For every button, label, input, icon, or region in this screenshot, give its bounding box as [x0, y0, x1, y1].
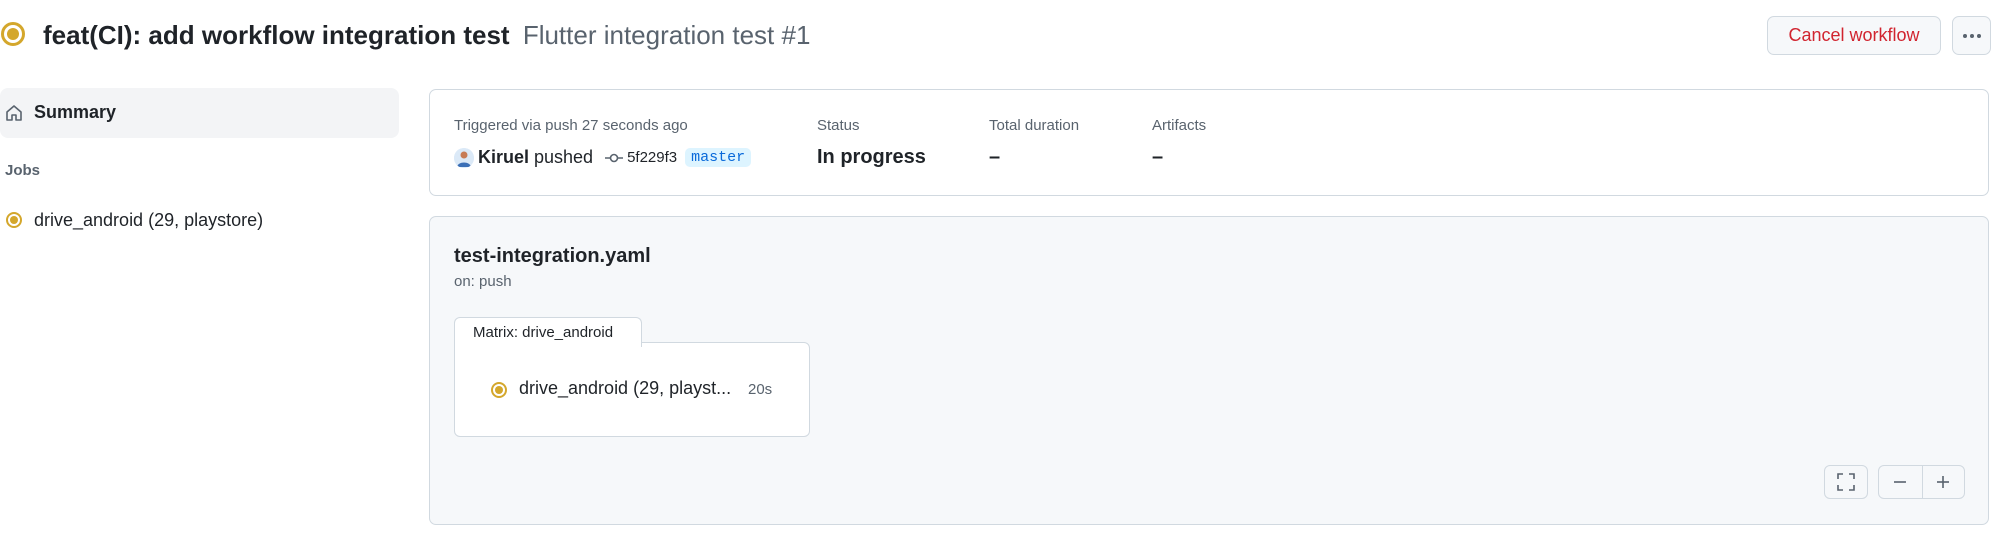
actor-link[interactable]: Kiruel [478, 147, 529, 168]
sidebar-job-label: drive_android (29, playstore) [34, 210, 264, 230]
workflow-file-name[interactable]: test-integration.yaml [454, 245, 651, 268]
in-progress-dot-icon [6, 212, 22, 228]
kebab-horizontal-icon [1962, 33, 1981, 38]
more-options-button[interactable] [1952, 16, 1991, 55]
sidebar-item-label: Summary [34, 102, 117, 122]
workflow-run-header: feat(CI): add workflow integration test … [0, 0, 2000, 70]
zoom-in-icon [1937, 476, 1950, 488]
workflow-graph: test-integration.yaml on: push Matrix: d… [429, 216, 1989, 525]
zoom-out-button[interactable] [1879, 466, 1922, 498]
zoom-out-icon [1894, 481, 1907, 483]
avatar-image [454, 147, 474, 168]
sidebar-item-job[interactable]: drive_android (29, playstore) [0, 200, 399, 240]
zoom-in-button[interactable] [1921, 466, 1965, 498]
avatar[interactable] [454, 147, 474, 168]
matrix-job-name: drive_android (29, playst... [519, 378, 732, 398]
status-value: In progress [817, 146, 926, 168]
matrix-job-duration: 20s [748, 381, 773, 398]
git-commit-icon [605, 153, 624, 162]
triggered-label: Triggered via push 27 seconds ago [454, 117, 688, 134]
branch-badge[interactable]: master [685, 148, 752, 167]
matrix-job-card[interactable]: drive_android (29, playst... 20s [454, 342, 810, 437]
workflow-trigger: on: push [454, 273, 512, 290]
in-progress-dot-icon [491, 382, 507, 398]
matrix-label: Matrix: drive_android [454, 317, 642, 347]
duration-label: Total duration [989, 117, 1080, 134]
sidebar-item-summary[interactable]: Summary [0, 88, 399, 138]
run-title: feat(CI): add workflow integration test [43, 20, 510, 50]
cancel-workflow-button[interactable]: Cancel workflow [1767, 16, 1941, 55]
artifacts-value: – [1152, 146, 1164, 168]
status-label: Status [817, 117, 860, 134]
action-text: pushed [534, 147, 594, 167]
artifacts-label: Artifacts [1152, 117, 1207, 134]
artifacts-info: Artifacts – [1152, 117, 1207, 168]
commit-sha-link[interactable]: 5f229f3 [627, 149, 677, 166]
trigger-info: Triggered via push 27 seconds ago Kiruel… [454, 117, 752, 168]
fullscreen-icon [1837, 473, 1855, 491]
in-progress-ring-icon [1, 22, 25, 46]
fullscreen-button[interactable] [1824, 465, 1868, 499]
duration-info: Total duration – [989, 117, 1080, 168]
run-summary-card: Triggered via push 27 seconds ago Kiruel… [429, 89, 1989, 196]
home-icon [6, 105, 22, 121]
jobs-heading: Jobs [5, 162, 41, 179]
zoom-controls [1878, 465, 1965, 499]
run-subtitle: Flutter integration test #1 [522, 20, 811, 50]
page-title: feat(CI): add workflow integration test … [43, 19, 810, 51]
duration-value: – [989, 146, 1001, 168]
status-info: Status In progress [817, 117, 926, 168]
